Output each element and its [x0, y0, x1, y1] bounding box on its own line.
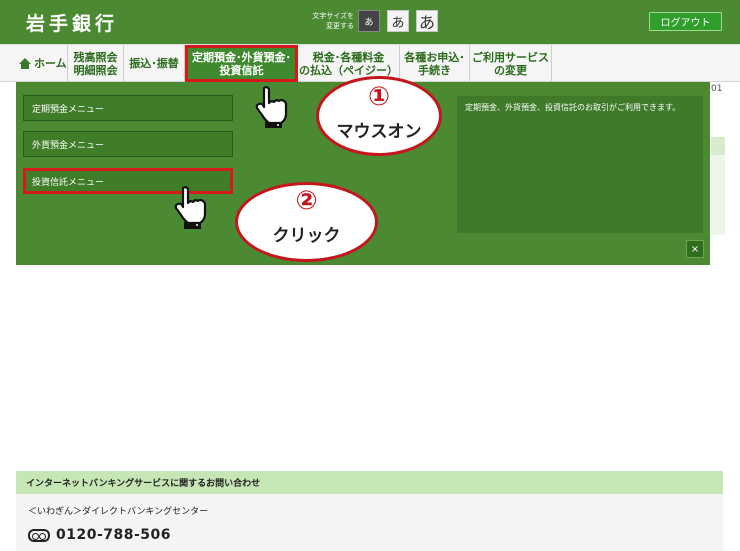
nav-service-settings[interactable]: ご利用サービス の変更	[470, 45, 552, 82]
contact-heading: インターネットバンキングサービスに関するお問い合わせ	[16, 471, 723, 494]
logout-button[interactable]: ログアウト	[649, 12, 722, 31]
nav-home-label: ホーム	[34, 57, 67, 70]
nav-balance-inquiry[interactable]: 残高照会 明細照会	[68, 45, 124, 82]
step-instruction: マウスオン	[336, 122, 422, 142]
background-page-panel	[711, 155, 725, 235]
site-header: 岩手銀行 文字サイズを 変更する あ あ あ ログアウト	[0, 0, 740, 44]
pointer-hand-icon	[174, 186, 207, 229]
background-page-bar	[711, 137, 725, 155]
nav-applications[interactable]: 各種お申込･ 手続き	[400, 45, 470, 82]
free-dial-icon	[28, 528, 50, 542]
step-instruction: クリック	[272, 226, 341, 246]
nav-deposit-investment[interactable]: 定期預金･外貨預金･ 投資信託	[185, 45, 298, 82]
contact-center-name: ＜いわぎん＞ダイレクトバンキングセンター	[28, 507, 209, 517]
step-number: ①	[367, 82, 390, 112]
home-icon	[19, 58, 31, 69]
phone-row: 0120-788-506	[28, 527, 171, 543]
menu-description: 定期預金、外貨預金、投資信託のお取引がご利用できます。	[457, 96, 703, 233]
menu-foreign-deposit[interactable]: 外貨預金メニュー	[23, 131, 233, 157]
font-size-medium-button[interactable]: あ	[387, 10, 409, 32]
menu-fixed-deposit[interactable]: 定期預金メニュー	[23, 95, 233, 121]
font-size-label: 文字サイズを 変更する	[312, 12, 354, 30]
pointer-hand-icon	[255, 86, 288, 128]
nav-home[interactable]: ホーム	[15, 45, 68, 82]
phone-number[interactable]: 0120-788-506	[56, 527, 171, 543]
font-size-large-button[interactable]: あ	[416, 10, 438, 32]
bank-logo[interactable]: 岩手銀行	[26, 9, 118, 36]
nav-transfer[interactable]: 振込･振替	[124, 45, 185, 82]
contact-section: ＜いわぎん＞ダイレクトバンキングセンター 0120-788-506	[16, 494, 723, 551]
callout-click: ② クリック	[235, 182, 378, 262]
close-menu-button[interactable]: ×	[686, 240, 704, 258]
callout-mouse-over: ① マウスオン	[316, 76, 442, 156]
font-size-small-button[interactable]: あ	[358, 10, 380, 32]
background-page-text: 01	[711, 84, 723, 94]
step-number: ②	[295, 186, 318, 216]
